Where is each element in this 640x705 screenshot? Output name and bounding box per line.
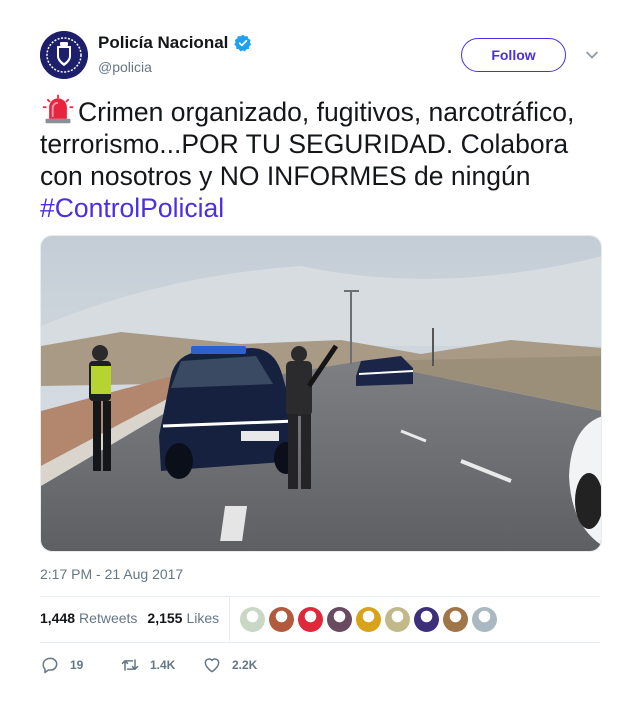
tweet-photo[interactable] bbox=[40, 235, 602, 552]
tweet-actions: 19 1.4K 2.2K bbox=[40, 655, 257, 675]
tweet-body: Crimen organizado, fugitivos, narcotráfi… bbox=[40, 97, 575, 191]
tweet-text: Crimen organizado, fugitivos, narcotráfi… bbox=[40, 93, 610, 224]
retweets-label[interactable]: Retweets bbox=[79, 610, 137, 626]
retweets-count[interactable]: 1,448 bbox=[40, 610, 75, 626]
retweet-action-count: 1.4K bbox=[150, 658, 176, 672]
tweet-timestamp[interactable]: 2:17 PM - 21 Aug 2017 bbox=[40, 566, 183, 582]
liker-avatar[interactable] bbox=[443, 607, 468, 632]
retweet-icon bbox=[121, 659, 139, 671]
divider-bottom bbox=[40, 642, 600, 643]
like-button[interactable]: 2.2K bbox=[202, 655, 257, 675]
police-light-icon bbox=[42, 94, 74, 124]
user-handle[interactable]: @policia bbox=[98, 59, 152, 75]
reply-icon bbox=[42, 657, 58, 674]
liker-avatar[interactable] bbox=[240, 607, 265, 632]
likes-label[interactable]: Likes bbox=[186, 610, 219, 626]
liker-avatar[interactable] bbox=[356, 607, 381, 632]
engagement-stats: 1,448 Retweets 2,155 Likes bbox=[40, 610, 229, 626]
liker-avatar[interactable] bbox=[472, 607, 497, 632]
follow-button[interactable]: Follow bbox=[461, 38, 566, 72]
liker-avatar[interactable] bbox=[414, 607, 439, 632]
reply-button[interactable]: 19 bbox=[40, 655, 120, 675]
hashtag-link[interactable]: #ControlPolicial bbox=[40, 193, 224, 223]
display-name[interactable]: Policía Nacional bbox=[98, 33, 228, 53]
verified-badge-icon bbox=[234, 34, 252, 52]
chevron-down-icon[interactable] bbox=[584, 47, 600, 63]
like-action-count: 2.2K bbox=[232, 658, 258, 672]
likes-count[interactable]: 2,155 bbox=[147, 610, 182, 626]
liker-avatar[interactable] bbox=[298, 607, 323, 632]
user-name-row: Policía Nacional bbox=[98, 33, 252, 53]
liker-avatar[interactable] bbox=[385, 607, 410, 632]
reply-count: 19 bbox=[70, 658, 84, 672]
liker-avatar[interactable] bbox=[327, 607, 352, 632]
stats-separator bbox=[229, 597, 230, 641]
liker-avatar[interactable] bbox=[269, 607, 294, 632]
avatar[interactable] bbox=[40, 31, 88, 79]
liker-avatars bbox=[240, 607, 501, 632]
retweet-button[interactable]: 1.4K bbox=[120, 655, 202, 675]
tweet-card: Policía Nacional @policia Follow Crimen … bbox=[0, 0, 640, 705]
heart-icon bbox=[204, 658, 220, 673]
divider-top bbox=[40, 596, 600, 597]
